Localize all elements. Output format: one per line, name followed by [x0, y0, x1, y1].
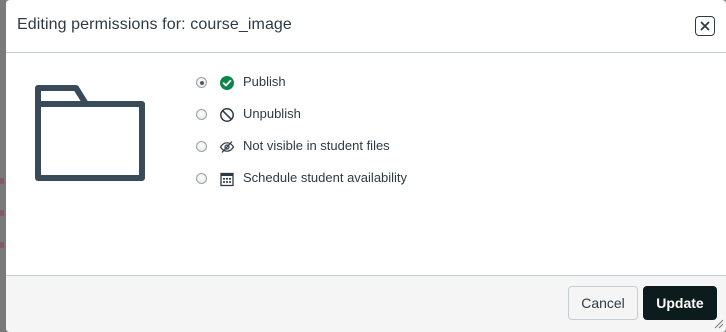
- option-label: Not visible in student files: [243, 138, 390, 153]
- option-label: Unpublish: [243, 106, 301, 121]
- folder-icon: [35, 85, 145, 181]
- calendar-icon: [220, 172, 234, 187]
- dialog-header: Editing permissions for: course_image: [6, 0, 726, 53]
- radio-publish[interactable]: [196, 77, 207, 88]
- radio-not-visible[interactable]: [196, 141, 207, 152]
- option-not-visible[interactable]: Not visible in student files: [196, 137, 456, 157]
- close-icon: [700, 21, 710, 31]
- radio-unpublish[interactable]: [196, 109, 207, 120]
- published-check-icon: [220, 76, 234, 90]
- radio-schedule[interactable]: [196, 173, 207, 184]
- option-publish[interactable]: Publish: [196, 73, 456, 93]
- option-label: Publish: [243, 74, 286, 89]
- cancel-button[interactable]: Cancel: [568, 286, 638, 320]
- eye-slash-icon: [219, 141, 235, 153]
- update-button[interactable]: Update: [643, 286, 717, 320]
- permissions-dialog: Editing permissions for: course_image Pu…: [6, 0, 726, 332]
- backdrop-link-fragment: [0, 242, 4, 248]
- option-unpublish[interactable]: Unpublish: [196, 105, 456, 125]
- dialog-title: Editing permissions for: course_image: [17, 16, 292, 33]
- resize-handle-icon[interactable]: [713, 318, 724, 329]
- option-label: Schedule student availability: [243, 170, 408, 185]
- dialog-body: Publish Unpublish Not visible in student…: [6, 53, 726, 275]
- close-button[interactable]: [695, 16, 715, 36]
- backdrop-link-fragment: [0, 210, 4, 216]
- backdrop-link-fragment: [0, 178, 4, 184]
- option-schedule[interactable]: Schedule student availability: [196, 169, 456, 189]
- unpublish-icon: [220, 108, 234, 122]
- dialog-footer: Cancel Update: [6, 275, 726, 332]
